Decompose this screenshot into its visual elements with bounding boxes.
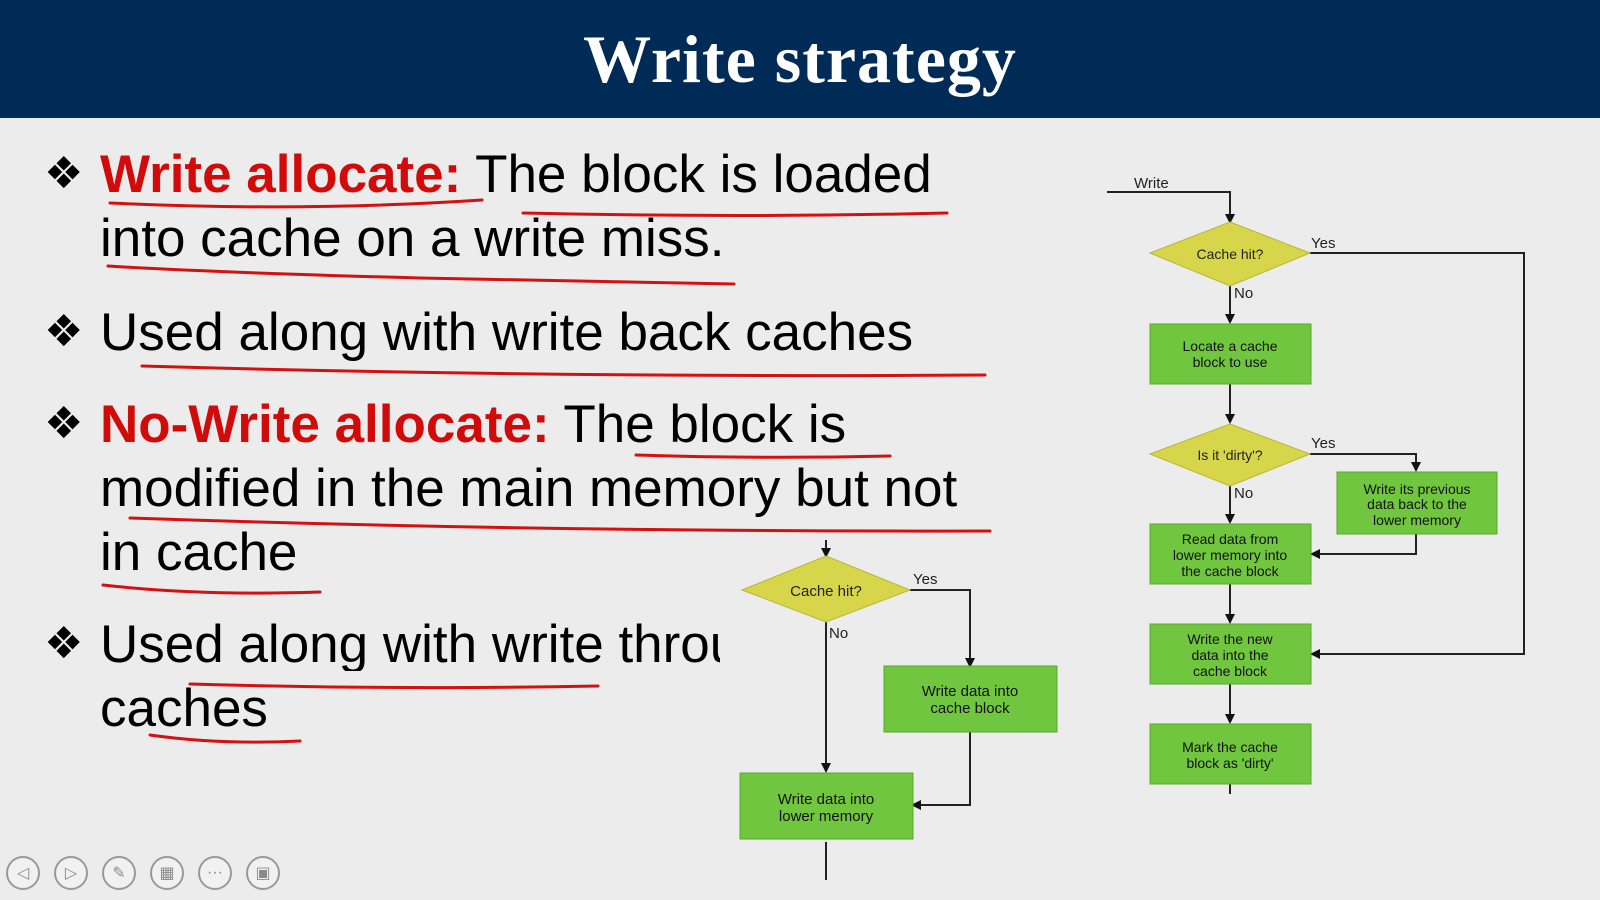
decision-label: Cache hit? xyxy=(1197,246,1264,262)
presenter-icon: ▣ xyxy=(255,865,271,882)
box-text: lower memory xyxy=(1373,512,1461,528)
no-label: No xyxy=(1234,285,1253,302)
next-icon: ▷ xyxy=(64,865,78,882)
box-text: Write the new xyxy=(1187,631,1273,647)
write-allocate-flowchart: Write Cache hit? Yes No Locate a cache b… xyxy=(1107,175,1525,794)
decision-label: Is it 'dirty'? xyxy=(1197,447,1262,463)
box-text: data into the xyxy=(1191,647,1268,663)
next-slide-button[interactable]: ▷ xyxy=(54,856,88,890)
no-label: No xyxy=(829,625,848,642)
box-text: the cache block xyxy=(1181,563,1279,579)
decision-label: Cache hit? xyxy=(790,583,862,600)
flowcharts: Cache hit? Yes No Write data into cache … xyxy=(739,175,1525,880)
no-label: No xyxy=(1234,485,1253,502)
no-write-allocate-flowchart: Cache hit? Yes No Write data into cache … xyxy=(739,540,1058,880)
box-text: Write data into xyxy=(922,683,1018,700)
presenter-view-button[interactable]: ▣ xyxy=(246,856,280,890)
see-all-slides-button[interactable]: ▦ xyxy=(150,856,184,890)
box-text: Mark the cache xyxy=(1182,739,1278,755)
more-options-button[interactable]: ··· xyxy=(198,856,232,890)
box-text: block to use xyxy=(1193,354,1268,370)
yes-label: Yes xyxy=(913,571,937,588)
box-text: lower memory xyxy=(779,808,874,825)
yes-label: Yes xyxy=(1311,235,1335,252)
box-text: Read data from xyxy=(1182,531,1279,547)
start-label: Write xyxy=(1134,175,1169,192)
slides-icon: ▦ xyxy=(159,865,175,882)
more-icon: ··· xyxy=(207,864,223,881)
previous-icon: ◁ xyxy=(16,865,30,882)
yes-label: Yes xyxy=(1311,435,1335,452)
box-text: Locate a cache xyxy=(1183,338,1278,354)
previous-slide-button[interactable]: ◁ xyxy=(6,856,40,890)
box-text: cache block xyxy=(930,700,1010,717)
pen-tool-button[interactable]: ✎ xyxy=(102,856,136,890)
box-text: data back to the xyxy=(1367,496,1467,512)
pen-icon: ✎ xyxy=(112,865,126,882)
presentation-toolbar: ◁ ▷ ✎ ▦ ··· ▣ xyxy=(6,856,280,892)
box-text: cache block xyxy=(1193,663,1268,679)
box-text: block as 'dirty' xyxy=(1186,755,1273,771)
box-text: Write its previous xyxy=(1363,481,1470,497)
box-text: lower memory into xyxy=(1173,547,1288,563)
box-text: Write data into xyxy=(778,791,874,808)
